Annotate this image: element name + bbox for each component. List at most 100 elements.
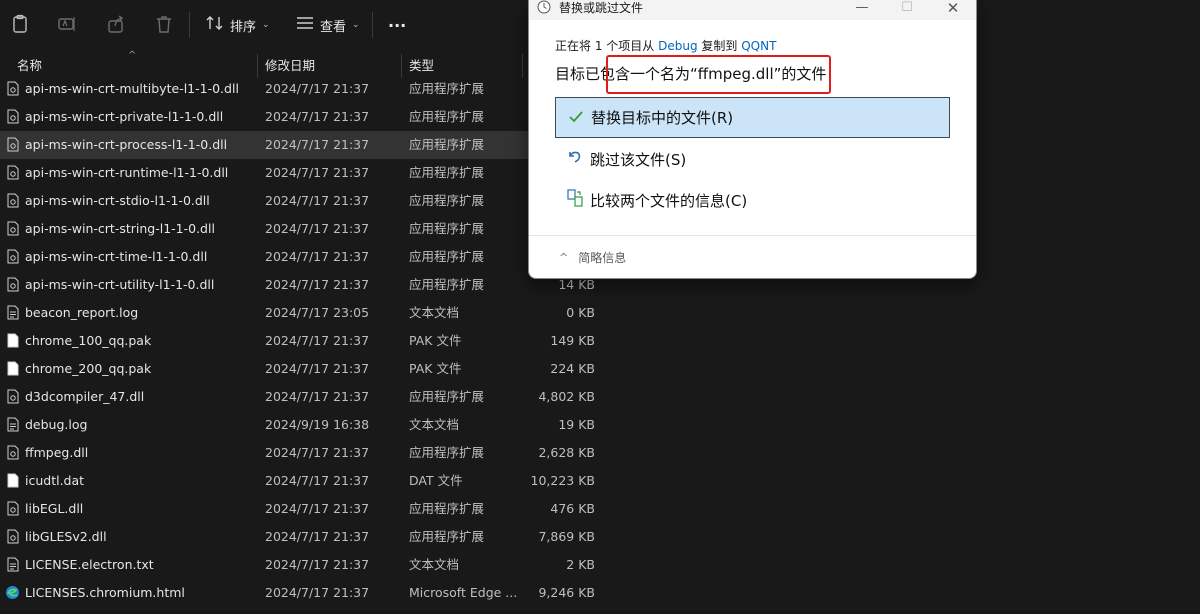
file-modified-date: 2024/7/17 21:37 — [265, 333, 370, 348]
file-type: 应用程序扩展 — [409, 109, 485, 124]
file-size: 9,246 KB — [538, 585, 595, 600]
file-modified-date: 2024/7/17 21:37 — [265, 529, 370, 544]
file-name: chrome_100_qq.pak — [25, 333, 152, 348]
file-type: 应用程序扩展 — [409, 445, 485, 460]
file-type: 文本文档 — [409, 305, 460, 320]
file-row[interactable]: d3dcompiler_47.dll 2024/7/17 21:37 应用程序扩展 4… — [0, 383, 1200, 411]
file-type: Microsoft Edge ... — [409, 585, 518, 600]
dll-icon — [7, 193, 19, 208]
file-row[interactable]: icudtl.dat 2024/7/17 21:37 DAT 文件 10,223 KB — [0, 467, 1200, 495]
toolbar-divider — [372, 12, 373, 38]
dll-icon — [7, 165, 19, 180]
file-name: LICENSES.chromium.html — [25, 585, 185, 600]
file-size: 19 KB — [558, 417, 595, 432]
maximize-button[interactable]: ☐ — [889, 0, 925, 18]
paste-icon[interactable] — [10, 14, 30, 34]
file-row[interactable]: chrome_200_qq.pak 2024/7/17 21:37 PAK 文件 22… — [0, 355, 1200, 383]
file-icon — [7, 473, 19, 488]
file-name: d3dcompiler_47.dll — [25, 389, 145, 404]
dialog-divider — [529, 235, 976, 236]
replace-option[interactable]: 替换目标中的文件(R) — [555, 97, 950, 138]
dll-icon — [7, 501, 19, 516]
rename-icon[interactable] — [57, 14, 77, 34]
file-type: DAT 文件 — [409, 473, 463, 488]
file-type: 应用程序扩展 — [409, 137, 485, 152]
file-modified-date: 2024/7/17 21:37 — [265, 137, 370, 152]
file-type: 文本文档 — [409, 557, 460, 572]
file-type: 应用程序扩展 — [409, 389, 485, 404]
replace-skip-dialog: 替换或跳过文件 — ☐ ✕ 正在将 1 个项目从 Debug 复制到 QQNT … — [528, 0, 977, 279]
toolbar-divider — [189, 12, 190, 38]
details-label: 简略信息 — [578, 251, 627, 265]
share-icon[interactable] — [106, 14, 126, 34]
file-row[interactable]: libEGL.dll 2024/7/17 21:37 应用程序扩展 476 KB — [0, 495, 1200, 523]
file-modified-date: 2024/7/17 21:37 — [265, 585, 370, 600]
file-icon — [7, 361, 19, 376]
file-modified-date: 2024/7/17 21:37 — [265, 249, 370, 264]
file-row[interactable]: chrome_100_qq.pak 2024/7/17 21:37 PAK 文件 14… — [0, 327, 1200, 355]
file-modified-date: 2024/7/17 21:37 — [265, 109, 370, 124]
chevron-down-icon: ⌄ — [262, 20, 270, 30]
file-size: 476 KB — [550, 501, 595, 516]
file-type: 应用程序扩展 — [409, 249, 485, 264]
minimize-button[interactable]: — — [844, 0, 880, 18]
chevron-up-icon: ^ — [559, 251, 569, 264]
chevron-down-icon: ⌄ — [352, 20, 360, 30]
more-options-button[interactable]: ··· — [388, 12, 406, 38]
source-folder-link[interactable]: Debug — [658, 39, 697, 53]
file-name: api-ms-win-crt-utility-l1-1-0.dll — [25, 277, 215, 292]
copy-prefix: 正在将 1 个项目从 — [555, 39, 655, 53]
destination-folder-link[interactable]: QQNT — [741, 39, 776, 53]
more-icon: ··· — [388, 15, 407, 35]
view-button[interactable]: 查看 ⌄ — [296, 12, 360, 38]
sort-button[interactable]: 排序 ⌄ — [206, 12, 270, 38]
file-row[interactable]: LICENSES.chromium.html 2024/7/17 21:37 Mic… — [0, 579, 1200, 607]
file-name: api-ms-win-crt-multibyte-l1-1-0.dll — [25, 81, 239, 96]
file-type: 应用程序扩展 — [409, 501, 485, 516]
file-name: api-ms-win-crt-time-l1-1-0.dll — [25, 249, 208, 264]
dll-icon — [7, 221, 19, 236]
file-row[interactable]: debug.log 2024/9/19 16:38 文本文档 19 KB — [0, 411, 1200, 439]
file-size: 2,628 KB — [538, 445, 595, 460]
dll-icon — [7, 389, 19, 404]
file-name: libEGL.dll — [25, 501, 84, 516]
file-row[interactable]: api-ms-win-crt-process-l1-1-0.dll 2024/7/… — [0, 131, 528, 159]
compare-option[interactable]: 比较两个文件的信息(C) — [555, 181, 948, 219]
file-row[interactable]: LICENSE.electron.txt 2024/7/17 21:37 文本文档 2… — [0, 551, 1200, 579]
dll-icon — [7, 277, 19, 292]
file-size: 149 KB — [550, 333, 595, 348]
undo-arrow-icon — [564, 150, 586, 168]
file-modified-date: 2024/7/17 21:37 — [265, 221, 370, 236]
file-name: api-ms-win-crt-runtime-l1-1-0.dll — [25, 165, 229, 180]
checkmark-icon — [565, 109, 587, 127]
file-modified-date: 2024/7/17 21:37 — [265, 557, 370, 572]
file-size: 4,802 KB — [538, 389, 595, 404]
file-name: api-ms-win-crt-process-l1-1-0.dll — [25, 137, 228, 152]
text-file-icon — [7, 557, 19, 572]
compare-label: 比较两个文件的信息(C) — [590, 191, 748, 210]
file-modified-date: 2024/7/17 21:37 — [265, 501, 370, 516]
file-modified-date: 2024/7/17 21:37 — [265, 277, 370, 292]
compare-files-icon — [564, 189, 586, 211]
file-modified-date: 2024/7/17 21:37 — [265, 165, 370, 180]
skip-option[interactable]: 跳过该文件(S) — [555, 140, 948, 178]
file-icon — [7, 333, 19, 348]
file-type: PAK 文件 — [409, 361, 462, 376]
close-button[interactable]: ✕ — [935, 0, 971, 18]
file-type: 应用程序扩展 — [409, 165, 485, 180]
file-name: beacon_report.log — [25, 305, 139, 320]
file-row[interactable]: beacon_report.log 2024/7/17 23:05 文本文档 0 KB — [0, 299, 1200, 327]
annotation-highlight-box — [606, 55, 831, 94]
file-row[interactable]: libGLESv2.dll 2024/7/17 21:37 应用程序扩展 7,869 … — [0, 523, 1200, 551]
file-modified-date: 2024/7/17 21:37 — [265, 473, 370, 488]
view-icon — [296, 16, 314, 34]
details-toggle[interactable]: ^ 简略信息 — [559, 249, 626, 266]
delete-icon[interactable] — [154, 14, 174, 34]
file-size: 224 KB — [550, 361, 595, 376]
sort-label: 排序 — [230, 19, 257, 35]
file-name: chrome_200_qq.pak — [25, 361, 152, 376]
file-modified-date: 2024/7/17 21:37 — [265, 445, 370, 460]
file-row[interactable]: ffmpeg.dll 2024/7/17 21:37 应用程序扩展 2,628 KB — [0, 439, 1200, 467]
edge-icon — [5, 585, 19, 600]
file-type: PAK 文件 — [409, 333, 462, 348]
